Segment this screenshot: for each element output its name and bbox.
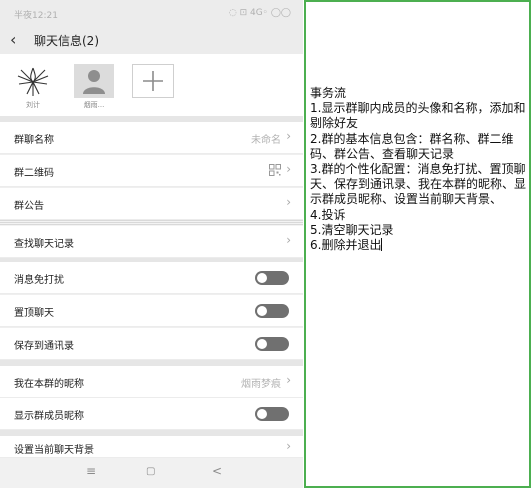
- show-nicknames-toggle[interactable]: [255, 407, 289, 421]
- default-user-avatar: [74, 64, 114, 98]
- save-contacts-toggle[interactable]: [255, 337, 289, 351]
- announcement-label: 群公告: [14, 201, 44, 212]
- mute-toggle[interactable]: [255, 271, 289, 285]
- group-name-row[interactable]: 群聊名称 未命名 ›: [0, 122, 303, 154]
- stylized-figure-avatar: [13, 64, 53, 98]
- member-name: 刘计: [26, 101, 40, 109]
- nav-bar: ‹ 聊天信息(2): [0, 26, 303, 54]
- member-list: 刘计 烟雨...: [0, 54, 303, 116]
- announcement-row[interactable]: 群公告 ›: [0, 188, 303, 220]
- toggle-knob: [257, 273, 267, 283]
- status-indicators: ◌ ⊡ 4G◦ ◯◯: [228, 8, 291, 18]
- group-name-value: 未命名: [251, 135, 281, 146]
- pin-row: 置顶聊天: [0, 295, 303, 327]
- chat-background-label: 设置当前聊天背景: [14, 445, 94, 456]
- status-bar: 半夜12:21 ◌ ⊡ 4G◦ ◯◯: [0, 0, 303, 26]
- nickname-row[interactable]: 我在本群的昵称 烟雨梦痕 ›: [0, 366, 303, 398]
- text-caret: [381, 238, 383, 252]
- qr-code-icon: [269, 164, 281, 176]
- group-name-label: 群聊名称: [14, 135, 54, 146]
- pin-label: 置顶聊天: [14, 308, 54, 319]
- chevron-right-icon: ›: [286, 129, 291, 143]
- qr-code-label: 群二维码: [14, 168, 54, 179]
- member-item[interactable]: 刘计: [10, 64, 56, 110]
- system-nav-bar: ≡ ▢ <: [0, 458, 303, 488]
- search-history-label: 查找聊天记录: [14, 239, 74, 250]
- toggle-knob: [257, 339, 267, 349]
- show-nicknames-row: 显示群成员昵称: [0, 398, 303, 430]
- show-nicknames-label: 显示群成员昵称: [14, 411, 84, 422]
- menu-icon[interactable]: ≡: [86, 464, 96, 478]
- mute-row: 消息免打扰: [0, 262, 303, 294]
- back-icon[interactable]: <: [212, 464, 222, 478]
- toggle-knob: [257, 306, 267, 316]
- plus-icon: [143, 71, 163, 91]
- chevron-right-icon: ›: [286, 373, 291, 387]
- back-arrow-icon[interactable]: ‹: [10, 30, 26, 50]
- phone-screen: 半夜12:21 ◌ ⊡ 4G◦ ◯◯ ‹ 聊天信息(2) 刘计 烟雨... 群聊…: [0, 0, 303, 488]
- notes-textarea[interactable]: 事务流 1.显示群聊内成员的头像和名称，添加和剔除好友 2.群的基本信息包含：群…: [310, 86, 528, 253]
- chevron-right-icon: ›: [286, 162, 291, 176]
- search-history-row[interactable]: 查找聊天记录 ›: [0, 226, 303, 258]
- member-name: 烟雨...: [83, 101, 105, 109]
- member-item[interactable]: 烟雨...: [71, 64, 117, 110]
- nickname-value: 烟雨梦痕: [241, 379, 281, 390]
- save-contacts-row: 保存到通讯录: [0, 328, 303, 360]
- qr-code-row[interactable]: 群二维码 ›: [0, 155, 303, 187]
- chevron-right-icon: ›: [286, 195, 291, 209]
- chevron-right-icon: ›: [286, 439, 291, 453]
- toggle-knob: [257, 409, 267, 419]
- page-title: 聊天信息(2): [34, 34, 99, 48]
- pin-toggle[interactable]: [255, 304, 289, 318]
- chevron-right-icon: ›: [286, 233, 291, 247]
- status-time: 半夜12:21: [14, 11, 58, 21]
- home-icon[interactable]: ▢: [146, 466, 155, 477]
- notes-panel: 事务流 1.显示群聊内成员的头像和名称，添加和剔除好友 2.群的基本信息包含：群…: [304, 0, 531, 488]
- chat-background-row[interactable]: 设置当前聊天背景 ›: [0, 436, 303, 458]
- add-member-button[interactable]: [132, 64, 174, 98]
- nickname-label: 我在本群的昵称: [14, 379, 84, 390]
- save-contacts-label: 保存到通讯录: [14, 341, 74, 352]
- mute-label: 消息免打扰: [14, 275, 64, 286]
- notes-text: 事务流 1.显示群聊内成员的头像和名称，添加和剔除好友 2.群的基本信息包含：群…: [310, 86, 527, 253]
